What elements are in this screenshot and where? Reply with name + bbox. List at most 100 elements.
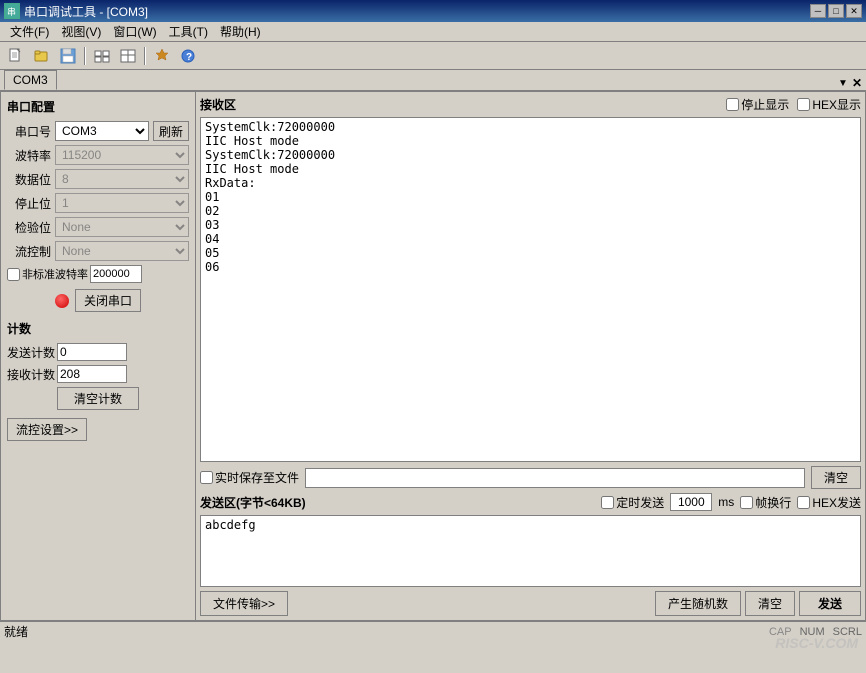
refresh-button[interactable]: 刷新	[153, 121, 189, 141]
parity-row: 检验位 None	[7, 217, 189, 237]
status-bar: 就绪 CAP NUM SCRL	[0, 621, 866, 641]
clear-receive-button[interactable]: 清空	[811, 466, 861, 489]
send-options: 定时发送 ms 帧换行 HEX发送	[601, 493, 861, 511]
send-left: 文件传输>>	[200, 591, 288, 616]
save-file-label: 实时保存至文件	[215, 469, 299, 486]
stopbits-label: 停止位	[7, 195, 51, 212]
timed-send-input[interactable]	[670, 493, 712, 511]
maximize-button[interactable]: □	[828, 4, 844, 18]
hex-send-option[interactable]: HEX发送	[797, 494, 861, 511]
baud-select[interactable]: 115200	[55, 145, 189, 165]
frame-swap-option[interactable]: 帧换行	[740, 494, 791, 511]
serial-config-title: 串口配置	[7, 98, 189, 115]
flow-settings-button[interactable]: 流控设置>>	[7, 418, 87, 441]
toolbar-help[interactable]: ?	[176, 45, 200, 67]
port-action-row: 关闭串口	[7, 289, 189, 312]
tab-arrow[interactable]: ▼	[838, 78, 848, 89]
receive-textarea[interactable]: SystemClk:72000000 IIC Host mode SystemC…	[200, 117, 861, 462]
send-button[interactable]: 发送	[799, 591, 861, 616]
count-section: 计数 发送计数 接收计数 清空计数	[7, 320, 189, 410]
save-file-path[interactable]	[305, 468, 805, 488]
port-select[interactable]: COM3	[55, 121, 149, 141]
save-file-row: 实时保存至文件 清空	[200, 466, 861, 489]
port-label: 串口号	[7, 123, 51, 140]
parity-select[interactable]: None	[55, 217, 189, 237]
window-title: 串口调试工具 - [COM3]	[24, 3, 148, 20]
hex-display-option[interactable]: HEX显示	[797, 96, 861, 113]
tab-label: COM3	[13, 73, 48, 87]
num-indicator: NUM	[800, 626, 825, 638]
menu-help[interactable]: 帮助(H)	[214, 21, 267, 42]
nonstandard-checkbox[interactable]	[7, 268, 20, 281]
stopbits-row: 停止位 1	[7, 193, 189, 213]
menu-view[interactable]: 视图(V)	[55, 21, 107, 42]
frame-swap-checkbox[interactable]	[740, 496, 753, 509]
close-button[interactable]: ✕	[846, 4, 862, 18]
left-panel: 串口配置 串口号 COM3 刷新 波特率 115200 数据位 8 停止位 1	[1, 92, 196, 620]
tab-close-x[interactable]: ✕	[852, 76, 862, 90]
send-count-label: 发送计数	[7, 344, 57, 361]
toolbar-sep-1	[84, 47, 86, 65]
toolbar-open[interactable]	[30, 45, 54, 67]
receive-header: 接收区 停止显示 HEX显示	[200, 96, 861, 113]
svg-text:串: 串	[7, 7, 16, 17]
stop-display-checkbox[interactable]	[726, 98, 739, 111]
toolbar-save[interactable]	[56, 45, 80, 67]
stopbits-select[interactable]: 1	[55, 193, 189, 213]
recv-count-input[interactable]	[57, 365, 127, 383]
menu-file[interactable]: 文件(F)	[4, 21, 55, 42]
recv-count-label: 接收计数	[7, 366, 57, 383]
minimize-button[interactable]: ─	[810, 4, 826, 18]
save-file-checkbox[interactable]	[200, 471, 213, 484]
toolbar: ?	[0, 42, 866, 70]
frame-swap-label: 帧换行	[755, 494, 791, 511]
clear-send-button[interactable]: 清空	[745, 591, 795, 616]
databits-row: 数据位 8	[7, 169, 189, 189]
flow-select[interactable]: None	[55, 241, 189, 261]
random-data-button[interactable]: 产生随机数	[655, 591, 741, 616]
baud-label: 波特率	[7, 147, 51, 164]
port-row: 串口号 COM3 刷新	[7, 121, 189, 141]
send-actions: 文件传输>> 产生随机数 清空 发送	[200, 591, 861, 616]
toolbar-btn4[interactable]	[90, 45, 114, 67]
timed-send-label: 定时发送	[616, 494, 664, 511]
send-count-input[interactable]	[57, 343, 127, 361]
toolbar-btn5[interactable]	[116, 45, 140, 67]
toolbar-new[interactable]	[4, 45, 28, 67]
port-status-indicator	[55, 294, 69, 308]
status-indicators: CAP NUM SCRL	[769, 626, 862, 638]
hex-send-label: HEX发送	[812, 494, 861, 511]
receive-options: 停止显示 HEX显示	[726, 96, 861, 113]
stop-display-option[interactable]: 停止显示	[726, 96, 789, 113]
right-panel: 接收区 停止显示 HEX显示 SystemClk:72000000 IIC Ho…	[196, 92, 865, 620]
send-right: 产生随机数 清空 发送	[655, 591, 861, 616]
timed-send-checkbox[interactable]	[601, 496, 614, 509]
hex-display-label: HEX显示	[812, 96, 861, 113]
hex-send-checkbox[interactable]	[797, 496, 810, 509]
timed-send-unit: ms	[718, 495, 734, 509]
hex-display-checkbox[interactable]	[797, 98, 810, 111]
flow-label: 流控制	[7, 243, 51, 260]
timed-send-option[interactable]: 定时发送	[601, 494, 664, 511]
close-port-button[interactable]: 关闭串口	[75, 289, 141, 312]
menu-window[interactable]: 窗口(W)	[107, 21, 162, 42]
scrl-indicator: SCRL	[833, 626, 862, 638]
baud-row: 波特率 115200	[7, 145, 189, 165]
stop-display-label: 停止显示	[741, 96, 789, 113]
clear-count-button[interactable]: 清空计数	[57, 387, 139, 410]
tab-com3[interactable]: COM3	[4, 70, 57, 90]
menu-tools[interactable]: 工具(T)	[163, 21, 214, 42]
databits-select[interactable]: 8	[55, 169, 189, 189]
menu-bar: 文件(F) 视图(V) 窗口(W) 工具(T) 帮助(H)	[0, 22, 866, 42]
send-textarea[interactable]: abcdefg	[200, 515, 861, 587]
toolbar-sep-2	[144, 47, 146, 65]
send-count-row: 发送计数	[7, 343, 189, 361]
save-file-option[interactable]: 实时保存至文件	[200, 469, 299, 486]
nonstandard-row: 非标准波特率	[7, 265, 189, 283]
nonstandard-input[interactable]	[90, 265, 142, 283]
title-bar: 串 串口调试工具 - [COM3] ─ □ ✕	[0, 0, 866, 22]
send-header: 发送区(字节<64KB) 定时发送 ms 帧换行 HEX发送	[200, 493, 861, 511]
toolbar-settings[interactable]	[150, 45, 174, 67]
main-content: 串口配置 串口号 COM3 刷新 波特率 115200 数据位 8 停止位 1	[0, 91, 866, 621]
file-transfer-button[interactable]: 文件传输>>	[200, 591, 288, 616]
